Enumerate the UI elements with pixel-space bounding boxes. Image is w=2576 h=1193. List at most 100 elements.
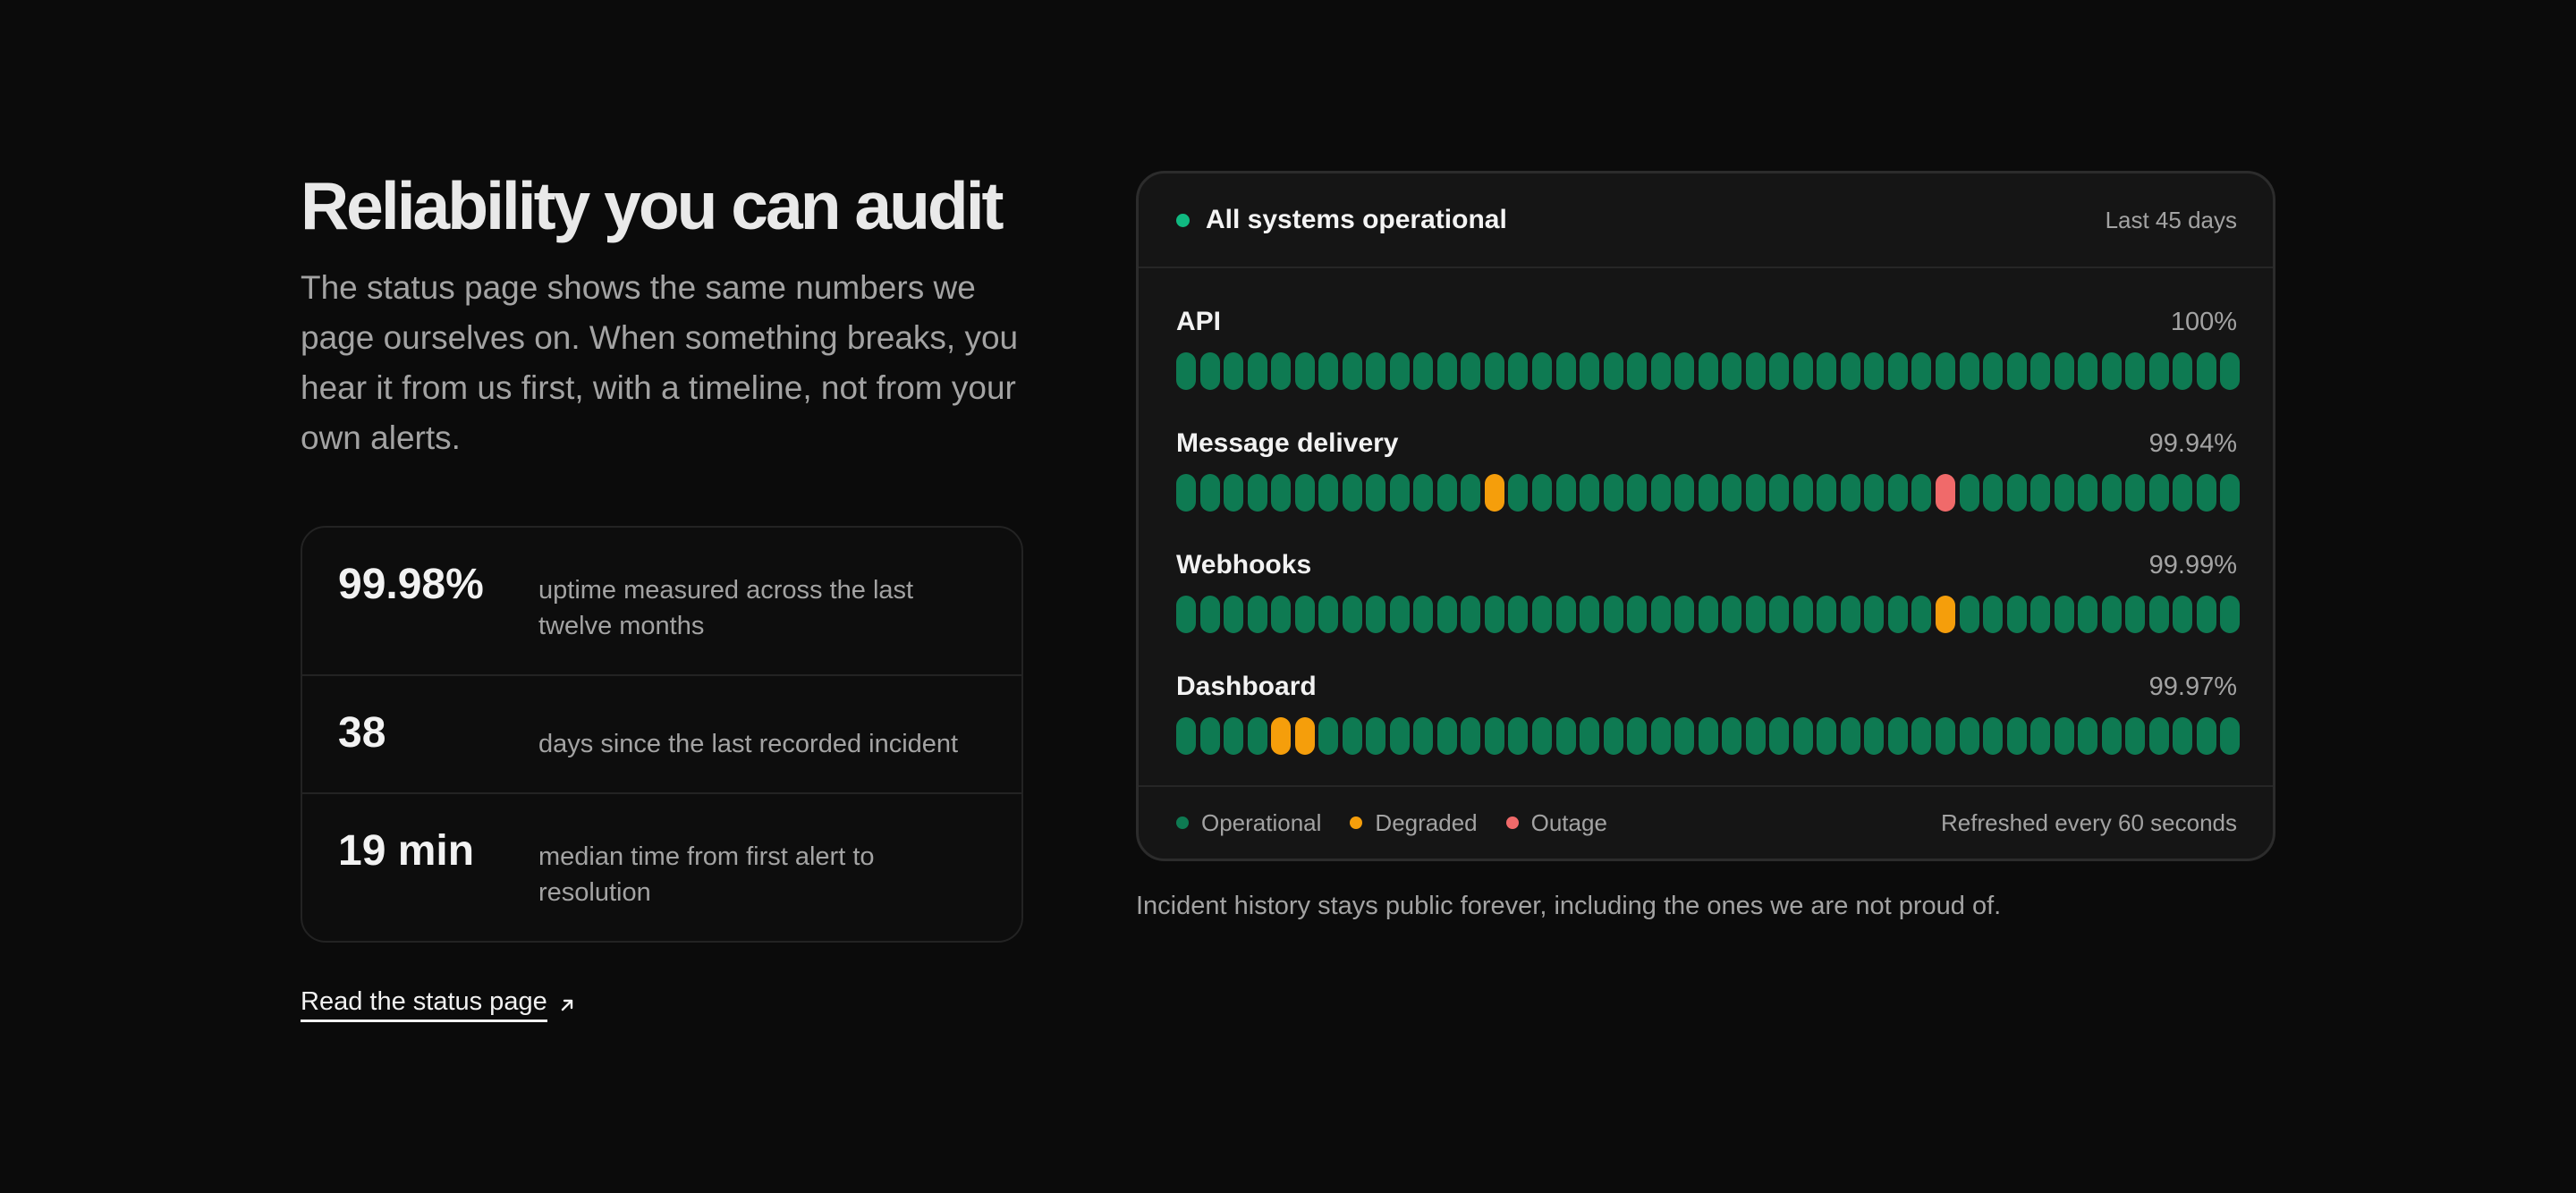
day-bar-operational <box>1247 717 1267 755</box>
day-bar-operational <box>1580 717 1600 755</box>
day-bar-operational <box>1864 474 1885 512</box>
day-bar-operational <box>1436 474 1457 512</box>
day-bar-operational <box>1342 352 1362 390</box>
service-name: API <box>1176 307 1222 336</box>
uptime-bars <box>1176 474 2241 512</box>
day-bar-operational <box>1698 596 1718 633</box>
day-bar-operational <box>1959 596 1979 633</box>
day-bar-operational <box>1603 717 1623 755</box>
day-bar-operational <box>1199 596 1220 633</box>
day-bar-operational <box>1318 717 1339 755</box>
day-bar-operational <box>1508 717 1529 755</box>
day-bar-operational <box>2054 352 2074 390</box>
day-bar-operational <box>1698 717 1718 755</box>
day-bar-operational <box>1176 474 1196 512</box>
stat-median-resolution: 19 min median time from first alert to r… <box>302 792 1021 941</box>
day-bar-operational <box>1674 474 1695 512</box>
day-bar-operational <box>1698 352 1718 390</box>
status-card: All systems operational Last 45 days API… <box>1136 171 2275 861</box>
day-bar-operational <box>1792 474 1813 512</box>
day-bar-operational <box>1484 352 1504 390</box>
day-bar-operational <box>1840 474 1860 512</box>
intro-paragraph: The status page shows the same numbers w… <box>301 269 1019 456</box>
day-bar-operational <box>1366 717 1386 755</box>
stat-description: days since the last recorded incident <box>538 730 959 758</box>
day-bar-operational <box>1271 474 1292 512</box>
day-bar-operational <box>1840 717 1860 755</box>
day-bar-operational <box>1176 717 1196 755</box>
day-bar-operational <box>2220 596 2241 633</box>
day-bar-operational <box>2078 474 2098 512</box>
day-bar-operational <box>1911 474 1932 512</box>
day-bar-operational <box>1224 474 1244 512</box>
day-bar-operational <box>2220 474 2241 512</box>
day-bar-operational <box>2173 352 2193 390</box>
day-bar-operational <box>2078 596 2098 633</box>
day-bar-operational <box>1342 717 1362 755</box>
service-name: Webhooks <box>1176 550 1312 580</box>
day-bar-operational <box>1294 352 1315 390</box>
service-uptime: 99.97% <box>2148 672 2237 701</box>
day-bar-operational <box>1603 474 1623 512</box>
day-bar-operational <box>2101 352 2122 390</box>
day-bar-operational <box>2006 717 2027 755</box>
day-bar-operational <box>1199 352 1220 390</box>
stat-value: 99.98% <box>338 561 484 608</box>
day-bar-operational <box>1389 596 1410 633</box>
day-bar-operational <box>1413 474 1434 512</box>
day-bar-operational <box>1603 352 1623 390</box>
day-bar-operational <box>2030 474 2051 512</box>
read-status-page-link[interactable]: Read the status page <box>301 987 576 1022</box>
day-bar-operational <box>1650 474 1671 512</box>
day-bar-operational <box>1792 717 1813 755</box>
day-bar-operational <box>1650 352 1671 390</box>
day-bar-operational <box>1627 596 1648 633</box>
day-bar-operational <box>1389 352 1410 390</box>
day-bar-operational <box>1176 352 1196 390</box>
day-bar-operational <box>1959 352 1979 390</box>
day-bar-operational <box>2173 474 2193 512</box>
day-bar-operational <box>2101 474 2122 512</box>
status-dot-icon <box>1176 213 1190 227</box>
day-bar-operational <box>1674 596 1695 633</box>
day-bar-operational <box>1318 596 1339 633</box>
day-bar-operational <box>1580 352 1600 390</box>
day-bar-operational <box>2196 717 2216 755</box>
day-bar-operational <box>2148 474 2169 512</box>
day-bar-operational <box>1555 717 1576 755</box>
service-name: Message delivery <box>1176 428 1399 458</box>
day-bar-operational <box>1722 352 1742 390</box>
uptime-bars <box>1176 596 2241 633</box>
stat-uptime: 99.98% uptime measured across the last t… <box>302 528 1021 674</box>
service-uptime: 99.94% <box>2148 428 2237 458</box>
day-bar-operational <box>1911 352 1932 390</box>
service-uptime: 99.99% <box>2148 550 2237 580</box>
day-bar-operational <box>1461 352 1481 390</box>
service-row: Message delivery 99.94% <box>1176 426 2241 547</box>
day-bar-operational <box>1722 717 1742 755</box>
stat-days-since-incident: 38 days since the last recorded incident <box>302 674 1021 792</box>
day-bar-operational <box>2173 596 2193 633</box>
day-bar-operational <box>1366 596 1386 633</box>
day-bar-operational <box>1413 717 1434 755</box>
incident-history-note: Incident history stays public forever, i… <box>1136 892 2002 920</box>
day-bar-operational <box>1603 596 1623 633</box>
day-bar-operational <box>1864 717 1885 755</box>
day-bar-operational <box>1271 596 1292 633</box>
day-bar-operational <box>1531 717 1552 755</box>
service-row: Dashboard 99.97% <box>1176 669 2241 791</box>
day-bar-operational <box>1580 596 1600 633</box>
day-bar-operational <box>1674 717 1695 755</box>
legend-degraded: Degraded <box>1350 809 1478 837</box>
day-bar-operational <box>1389 717 1410 755</box>
day-bar-operational <box>1176 596 1196 633</box>
stat-value: 38 <box>338 709 386 757</box>
day-bar-operational <box>1864 352 1885 390</box>
day-bar-operational <box>2196 474 2216 512</box>
day-bar-operational <box>1224 352 1244 390</box>
stat-description: median time from first alert to resoluti… <box>538 842 875 907</box>
stat-value: 19 min <box>338 827 475 875</box>
day-bar-operational <box>1294 474 1315 512</box>
legend-label: Operational <box>1201 808 1322 836</box>
day-bar-operational <box>2006 352 2027 390</box>
